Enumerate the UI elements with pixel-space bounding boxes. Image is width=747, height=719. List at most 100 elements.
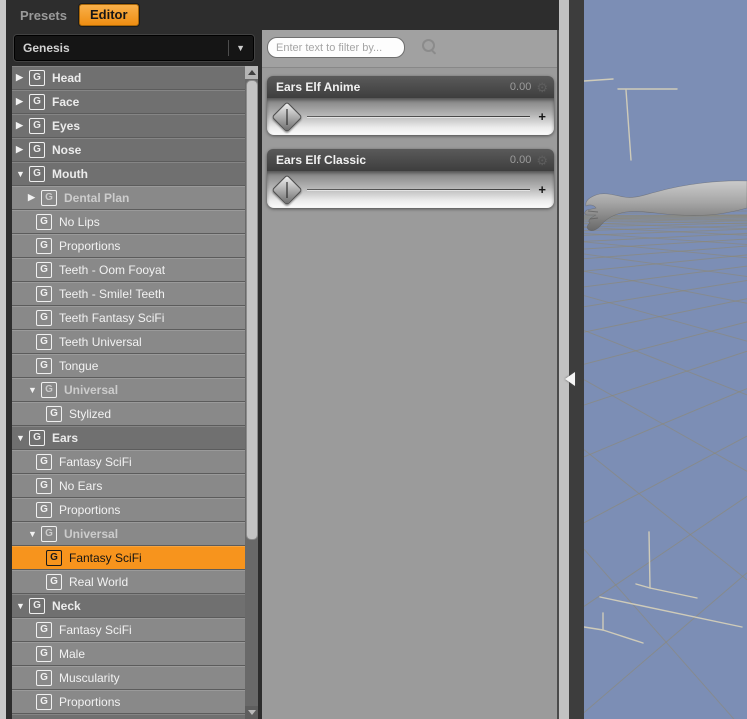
tree-item-label: Tongue — [59, 358, 99, 373]
tree-item-label: Teeth - Oom Fooyat — [59, 262, 166, 277]
tree-item-teeth-fantasy-scifi[interactable]: G Teeth Fantasy SciFi — [12, 306, 245, 330]
figure-dropdown[interactable]: Genesis ▼ — [14, 35, 254, 61]
tree-item-universal[interactable]: ▼ G Universal — [12, 378, 245, 402]
group-icon: G — [36, 285, 52, 302]
divider — [228, 40, 230, 56]
scrollbar-up-arrow[interactable] — [245, 66, 258, 79]
tree-item-teeth-oom-fooyat[interactable]: G Teeth - Oom Fooyat — [12, 258, 245, 282]
tree-item-proportions[interactable]: G Proportions — [12, 498, 245, 522]
group-icon: G — [36, 237, 52, 254]
tree-scrollbar[interactable] — [245, 66, 258, 719]
filter-row — [262, 30, 557, 68]
tree-item-nose[interactable]: ▶ G Nose — [12, 138, 245, 162]
slider-increment-button[interactable]: + — [538, 181, 546, 196]
tree-item-label: Face — [52, 94, 80, 109]
tree-item-tongue[interactable]: G Tongue — [12, 354, 245, 378]
group-icon: G — [36, 645, 52, 662]
tree-item-dental-plan[interactable]: ▶ G Dental Plan — [12, 186, 245, 210]
tree-item-label: Universal — [64, 526, 119, 541]
collapse-arrow-icon[interactable]: ▼ — [16, 433, 29, 443]
tree-item-teeth-universal[interactable]: G Teeth Universal — [12, 330, 245, 354]
tree-item-no-lips[interactable]: G No Lips — [12, 210, 245, 234]
slider-track[interactable] — [307, 116, 530, 117]
slider-track[interactable] — [307, 189, 530, 190]
tree-item-fantasy-scifi[interactable]: G Fantasy SciFi — [12, 618, 245, 642]
slider-increment-button[interactable]: + — [538, 108, 546, 123]
collapse-arrow-icon[interactable]: ▼ — [16, 601, 29, 611]
group-icon: G — [36, 669, 52, 686]
group-icon: G — [36, 621, 52, 638]
tree-item-label: Eyes — [52, 118, 81, 133]
tree-item-muscularity[interactable]: G Muscularity — [12, 666, 245, 690]
scrollbar-thumb[interactable] — [246, 80, 258, 540]
viewport-3d[interactable] — [584, 0, 747, 719]
tree-item-fantasy-scifi[interactable]: G Fantasy SciFi — [12, 450, 245, 474]
group-icon: G — [36, 693, 52, 710]
shaping-pane: Presets Editor Genesis ▼ ▶ G Head ▶ G Face ▶ G E… — [0, 0, 747, 719]
morph-slider-ears-elf-classic: Ears Elf Classic 0.00 ⚙ + — [267, 149, 554, 208]
slider-value[interactable]: 0.00 — [510, 154, 531, 166]
expand-arrow-icon[interactable]: ▶ — [16, 144, 29, 155]
group-icon: G — [46, 549, 62, 566]
slider-header: Ears Elf Anime 0.00 ⚙ — [267, 76, 554, 98]
group-icon: G — [36, 357, 52, 374]
tree-item-label: Male — [59, 646, 86, 661]
expand-arrow-icon[interactable]: ▶ — [16, 120, 29, 131]
group-icon: G — [41, 189, 57, 206]
viewport-edge — [569, 0, 584, 719]
tree-item-stylized[interactable]: G Stylized — [12, 402, 245, 426]
collapse-arrow-icon[interactable]: ▼ — [28, 529, 41, 539]
group-icon: G — [36, 309, 52, 326]
scrollbar-down-arrow[interactable] — [245, 706, 258, 719]
tree-item-label: Stylized — [69, 406, 112, 421]
filter-input[interactable] — [267, 37, 405, 58]
tree-item-proportions[interactable]: G Proportions — [12, 690, 245, 714]
group-icon: G — [36, 333, 52, 350]
collapse-panel-arrow[interactable] — [565, 372, 575, 386]
tree-item-label: Teeth Fantasy SciFi — [59, 310, 165, 325]
tree-item-face[interactable]: ▶ G Face — [12, 90, 245, 114]
slider-title: Ears Elf Classic — [276, 153, 367, 167]
gear-icon[interactable]: ⚙ — [536, 154, 548, 167]
group-icon: G — [29, 165, 45, 182]
group-icon: G — [41, 525, 57, 542]
tree-item-proportions[interactable]: G Proportions — [12, 234, 245, 258]
group-icon: G — [29, 93, 45, 110]
slider-handle[interactable] — [271, 173, 303, 206]
tree-item-male[interactable]: G Male — [12, 642, 245, 666]
tree-item-universal[interactable]: ▼ G Universal — [12, 522, 245, 546]
expand-arrow-icon[interactable]: ▶ — [16, 96, 29, 107]
expand-arrow-icon[interactable]: ▶ — [28, 192, 41, 203]
slider-value[interactable]: 0.00 — [510, 81, 531, 93]
tree-item-head[interactable]: ▶ G Head — [12, 66, 245, 90]
tree-row-partial[interactable] — [12, 714, 245, 719]
figure-dropdown-value: Genesis — [23, 41, 70, 55]
tree-item-fantasy-scifi[interactable]: G Fantasy SciFi — [12, 546, 245, 570]
tree-item-real-world[interactable]: G Real World — [12, 570, 245, 594]
tree-item-label: Proportions — [59, 502, 121, 517]
pane-splitter[interactable] — [559, 0, 569, 719]
tree-item-neck[interactable]: ▼ G Neck — [12, 594, 245, 618]
slider-handle[interactable] — [271, 100, 303, 133]
collapse-arrow-icon[interactable]: ▼ — [28, 385, 41, 395]
tab-editor[interactable]: Editor — [78, 4, 139, 26]
group-icon: G — [46, 573, 62, 590]
gear-icon[interactable]: ⚙ — [536, 81, 548, 94]
search-icon[interactable] — [422, 39, 438, 55]
expand-arrow-icon[interactable]: ▶ — [16, 72, 29, 83]
tree-item-label: Universal — [64, 382, 119, 397]
morph-slider-ears-elf-anime: Ears Elf Anime 0.00 ⚙ + — [267, 76, 554, 135]
tree-item-label: Real World — [69, 574, 129, 589]
tree-item-eyes[interactable]: ▶ G Eyes — [12, 114, 245, 138]
tree-item-no-ears[interactable]: G No Ears — [12, 474, 245, 498]
tree-item-ears[interactable]: ▼ G Ears — [12, 426, 245, 450]
collapse-arrow-icon[interactable]: ▼ — [16, 169, 29, 179]
group-icon: G — [29, 117, 45, 134]
tree-item-mouth[interactable]: ▼ G Mouth — [12, 162, 245, 186]
chevron-down-icon[interactable]: ▼ — [236, 43, 253, 53]
group-icon: G — [29, 429, 45, 446]
group-icon: G — [36, 453, 52, 470]
tree-item-teeth-smile-teeth[interactable]: G Teeth - Smile! Teeth — [12, 282, 245, 306]
tree-item-label: Muscularity — [59, 670, 120, 685]
tab-presets[interactable]: Presets — [20, 8, 67, 23]
